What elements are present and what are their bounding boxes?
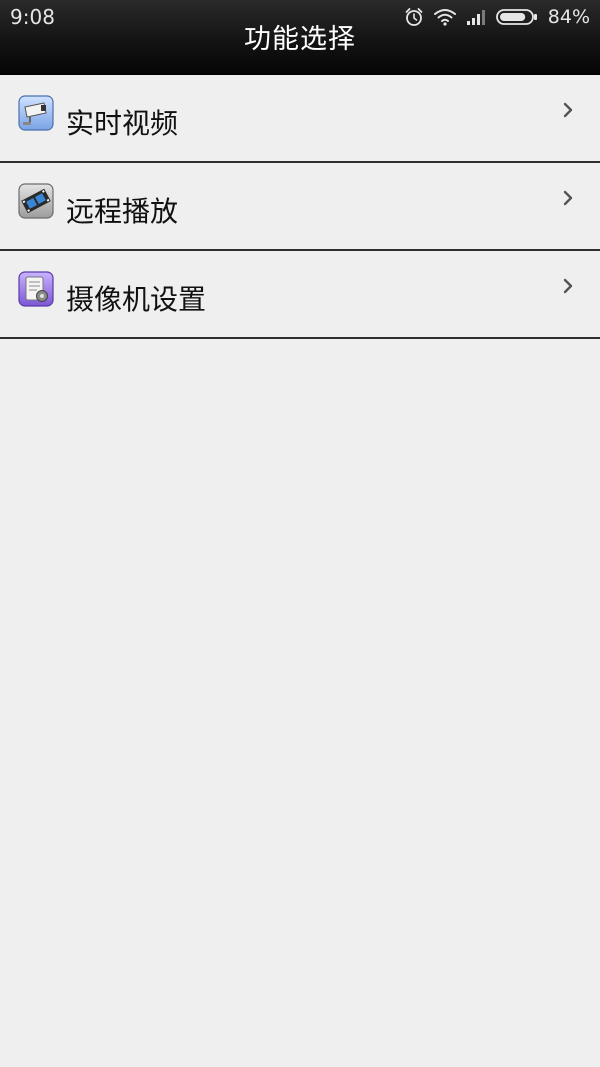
signal-strength-icon — [466, 9, 486, 25]
menu-item-label: 远程播放 — [66, 195, 179, 228]
chevron-right-icon — [562, 101, 574, 119]
camera-settings-icon — [18, 271, 54, 307]
page-title: 功能选择 — [244, 24, 356, 55]
chevron-right-icon — [562, 277, 574, 295]
menu-item-label: 实时视频 — [66, 107, 179, 140]
function-menu: 实时视频 远程播放 摄像机设置 — [0, 75, 600, 339]
menu-item-label: 摄像机设置 — [66, 283, 207, 316]
top-bar: 9:08 84% 功能选择 — [0, 0, 600, 75]
menu-item-camera-settings[interactable]: 摄像机设置 — [0, 251, 600, 339]
security-camera-icon — [18, 95, 54, 131]
film-strip-icon — [18, 183, 54, 219]
chevron-right-icon — [562, 189, 574, 207]
menu-item-live-video[interactable]: 实时视频 — [0, 75, 600, 163]
menu-item-remote-playback[interactable]: 远程播放 — [0, 163, 600, 251]
